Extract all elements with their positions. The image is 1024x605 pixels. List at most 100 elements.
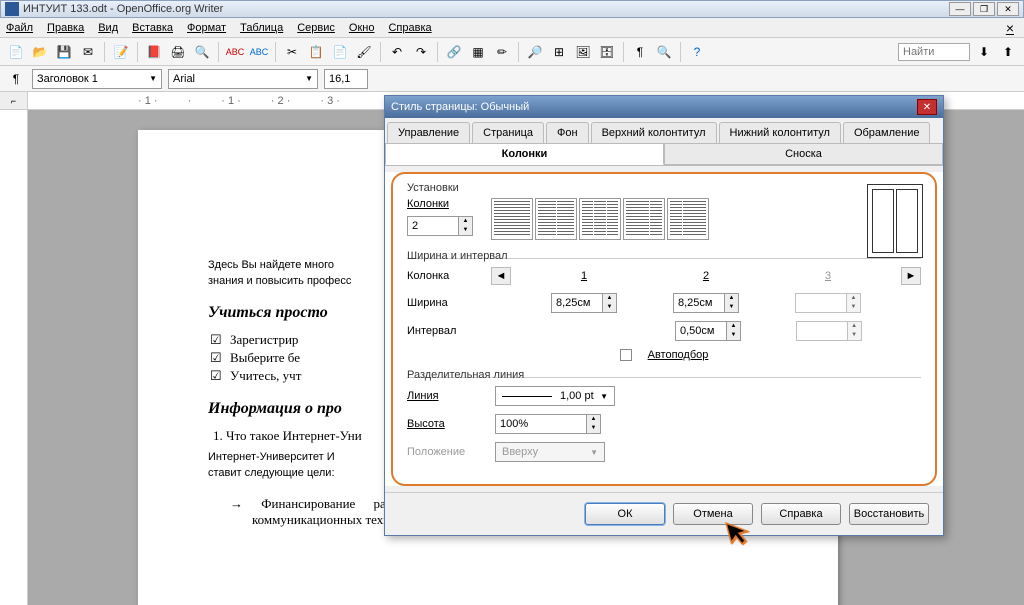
copy-icon[interactable]: 📋 <box>306 42 326 62</box>
tab-footnote[interactable]: Сноска <box>664 144 943 165</box>
col-next-icon[interactable]: ► <box>901 267 921 285</box>
open-icon[interactable]: 📂 <box>30 42 50 62</box>
dialog-tabs-row1: Управление Страница Фон Верхний колонтит… <box>385 118 943 144</box>
print-icon[interactable]: 🖨 <box>168 42 188 62</box>
menu-file[interactable]: Файл <box>6 22 33 34</box>
col-number-2: 2 <box>703 270 709 282</box>
cancel-button[interactable]: Отмена <box>673 503 753 525</box>
preset-2col[interactable] <box>535 198 577 240</box>
find-icon[interactable]: 🔎 <box>525 42 545 62</box>
draw-icon[interactable]: ✏ <box>492 42 512 62</box>
width2-spinner[interactable]: ▲▼ <box>673 293 739 313</box>
email-icon[interactable]: ✉ <box>78 42 98 62</box>
style-combo[interactable]: Заголовок 1▼ <box>32 69 162 89</box>
columns-preview <box>867 184 923 258</box>
window-title: ИНТУИТ 133.odt - OpenOffice.org Writer <box>23 3 947 15</box>
columns-spinner[interactable]: ▲▼ <box>407 216 473 236</box>
datasource-icon[interactable]: 🗄 <box>597 42 617 62</box>
dialog-titlebar[interactable]: Стиль страницы: Обычный ✕ <box>385 96 943 118</box>
spell-abc-icon[interactable]: ABC <box>225 42 245 62</box>
menu-table[interactable]: Таблица <box>240 22 283 34</box>
tab-header[interactable]: Верхний колонтитул <box>591 122 717 143</box>
link-icon[interactable]: 🔗 <box>444 42 464 62</box>
save-icon[interactable]: 💾 <box>54 42 74 62</box>
paste-icon[interactable]: 📄 <box>330 42 350 62</box>
tab-border[interactable]: Обрамление <box>843 122 931 143</box>
interval-label: Интервал <box>407 325 479 337</box>
undo-icon[interactable]: ↶ <box>387 42 407 62</box>
col-number-1: 1 <box>581 270 587 282</box>
dialog-close-icon[interactable]: ✕ <box>917 99 937 115</box>
help-button[interactable]: Справка <box>761 503 841 525</box>
tab-management[interactable]: Управление <box>387 122 470 143</box>
para-icon[interactable]: ¶ <box>630 42 650 62</box>
spin-up-icon[interactable]: ▲ <box>458 217 472 226</box>
doc-close-icon[interactable]: × <box>1006 20 1014 36</box>
width1-spinner[interactable]: ▲▼ <box>551 293 617 313</box>
pdf-icon[interactable]: 📕 <box>144 42 164 62</box>
height-label: Высота <box>407 418 487 430</box>
find-input[interactable] <box>898 43 970 61</box>
preview-icon[interactable]: 🔍 <box>192 42 212 62</box>
menu-insert[interactable]: Вставка <box>132 22 173 34</box>
close-button[interactable]: ✕ <box>997 2 1019 16</box>
redo-icon[interactable]: ↷ <box>411 42 431 62</box>
preset-2col-right[interactable] <box>667 198 709 240</box>
spin-down-icon[interactable]: ▼ <box>458 226 472 235</box>
menu-help[interactable]: Справка <box>388 22 431 34</box>
brush-icon[interactable]: 🖌 <box>354 42 374 62</box>
dialog-body: Установки Колонки ▲▼ Ши <box>385 172 943 486</box>
size-combo[interactable]: 16,1 <box>324 69 368 89</box>
menu-window[interactable]: Окно <box>349 22 375 34</box>
tab-page[interactable]: Страница <box>472 122 544 143</box>
highlighted-area: Установки Колонки ▲▼ Ши <box>391 172 937 486</box>
height-spinner[interactable]: ▲▼ <box>495 414 601 434</box>
restore-button[interactable]: Восстановить <box>849 503 929 525</box>
menu-edit[interactable]: Правка <box>47 22 84 34</box>
autofit-label: Автоподбор <box>648 349 709 361</box>
width3-spinner: ▲▼ <box>795 293 861 313</box>
menu-service[interactable]: Сервис <box>297 22 335 34</box>
minimize-button[interactable]: — <box>949 2 971 16</box>
help-icon[interactable]: ? <box>687 42 707 62</box>
width-interval-label: Ширина и интервал <box>407 250 921 262</box>
tab-columns[interactable]: Колонки <box>385 144 664 165</box>
edit-icon[interactable]: 📝 <box>111 42 131 62</box>
zoom-icon[interactable]: 🔍 <box>654 42 674 62</box>
menu-view[interactable]: Вид <box>98 22 118 34</box>
font-combo[interactable]: Arial▼ <box>168 69 318 89</box>
tab-background[interactable]: Фон <box>546 122 589 143</box>
styles-icon[interactable]: ¶ <box>6 69 26 89</box>
width-label: Ширина <box>407 297 479 309</box>
col-prev-icon[interactable]: ◄ <box>491 267 511 285</box>
line-label: Линия <box>407 390 487 402</box>
autofit-checkbox[interactable] <box>620 349 632 361</box>
app-icon <box>5 2 19 16</box>
ok-button[interactable]: ОК <box>585 503 665 525</box>
interval2-spinner: ▲▼ <box>796 321 862 341</box>
interval1-spinner[interactable]: ▲▼ <box>675 321 741 341</box>
columns-label: Колонки <box>407 198 479 210</box>
dialog-button-row: ОК Отмена Справка Восстановить <box>385 492 943 535</box>
spell-auto-icon[interactable]: ABC <box>249 42 269 62</box>
columns-value[interactable] <box>408 217 458 235</box>
page-style-dialog: Стиль страницы: Обычный ✕ Управление Стр… <box>384 95 944 536</box>
v-ruler[interactable] <box>0 110 28 605</box>
table-icon[interactable]: ▦ <box>468 42 488 62</box>
preset-2col-left[interactable] <box>623 198 665 240</box>
maximize-button[interactable]: ❐ <box>973 2 995 16</box>
dialog-tabs-row2: Колонки Сноска <box>385 144 943 166</box>
nav-icon[interactable]: ⊞ <box>549 42 569 62</box>
new-doc-icon[interactable]: 📄 <box>6 42 26 62</box>
find-down-icon[interactable]: ⬇ <box>974 42 994 62</box>
preset-3col[interactable] <box>579 198 621 240</box>
preset-1col[interactable] <box>491 198 533 240</box>
tab-footer[interactable]: Нижний колонтитул <box>719 122 841 143</box>
menu-format[interactable]: Формат <box>187 22 226 34</box>
cut-icon[interactable]: ✂ <box>282 42 302 62</box>
ruler-corner: ⌐ <box>0 92 28 109</box>
line-combo[interactable]: 1,00 pt▼ <box>495 386 615 406</box>
menu-bar: Файл Правка Вид Вставка Формат Таблица С… <box>0 18 1024 38</box>
find-up-icon[interactable]: ⬆ <box>998 42 1018 62</box>
gallery-icon[interactable]: 🖼 <box>573 42 593 62</box>
